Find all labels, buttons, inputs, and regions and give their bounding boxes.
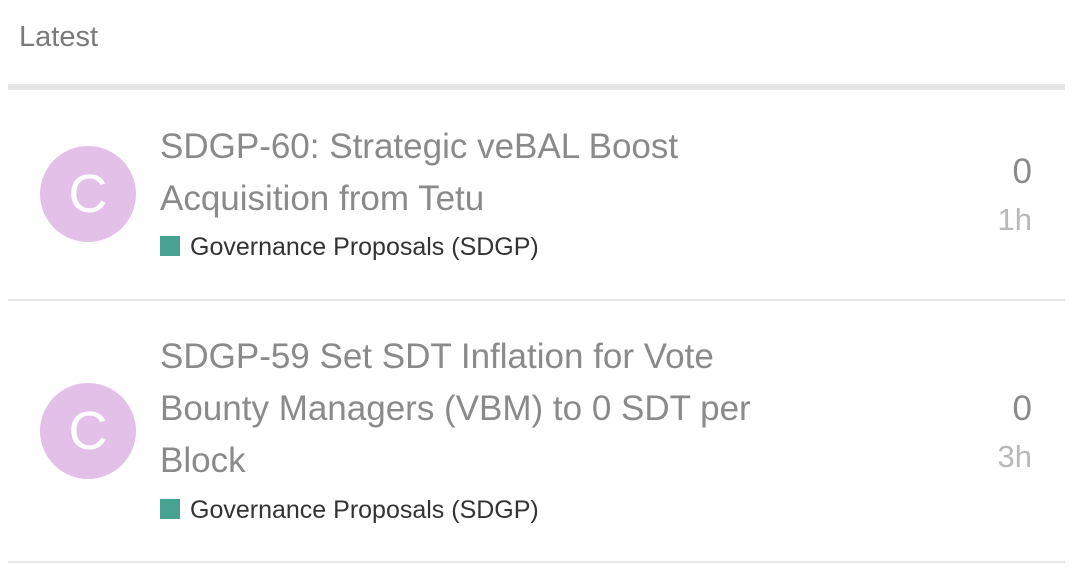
topic-age-link[interactable]: 3h: [998, 439, 1032, 475]
topic-title-link[interactable]: SDGP-60: Strategic veBAL Boost Acquisiti…: [160, 121, 800, 225]
section-header: Latest: [19, 21, 98, 53]
reply-count: 0: [1012, 389, 1032, 428]
topic-row[interactable]: C SDGP-59 Set SDT Inflation for Vote Bou…: [8, 301, 1065, 563]
topic-row[interactable]: C SDGP-60: Strategic veBAL Boost Acquisi…: [8, 90, 1065, 301]
reply-count: 0: [1012, 152, 1032, 191]
latest-topics-panel: Latest C SDGP-60: Strategic veBAL Boost …: [0, 0, 1086, 582]
category-label: Governance Proposals (SDGP): [190, 233, 539, 261]
topic-title-link[interactable]: SDGP-59 Set SDT Inflation for Vote Bount…: [160, 331, 800, 487]
category-color-swatch: [160, 236, 180, 257]
avatar[interactable]: C: [40, 383, 136, 479]
category-color-swatch: [160, 499, 180, 520]
category-badge[interactable]: Governance Proposals (SDGP): [160, 495, 539, 525]
avatar[interactable]: C: [40, 146, 136, 242]
category-badge[interactable]: Governance Proposals (SDGP): [160, 232, 539, 262]
topic-age-link[interactable]: 1h: [998, 202, 1032, 238]
category-label: Governance Proposals (SDGP): [190, 496, 539, 524]
